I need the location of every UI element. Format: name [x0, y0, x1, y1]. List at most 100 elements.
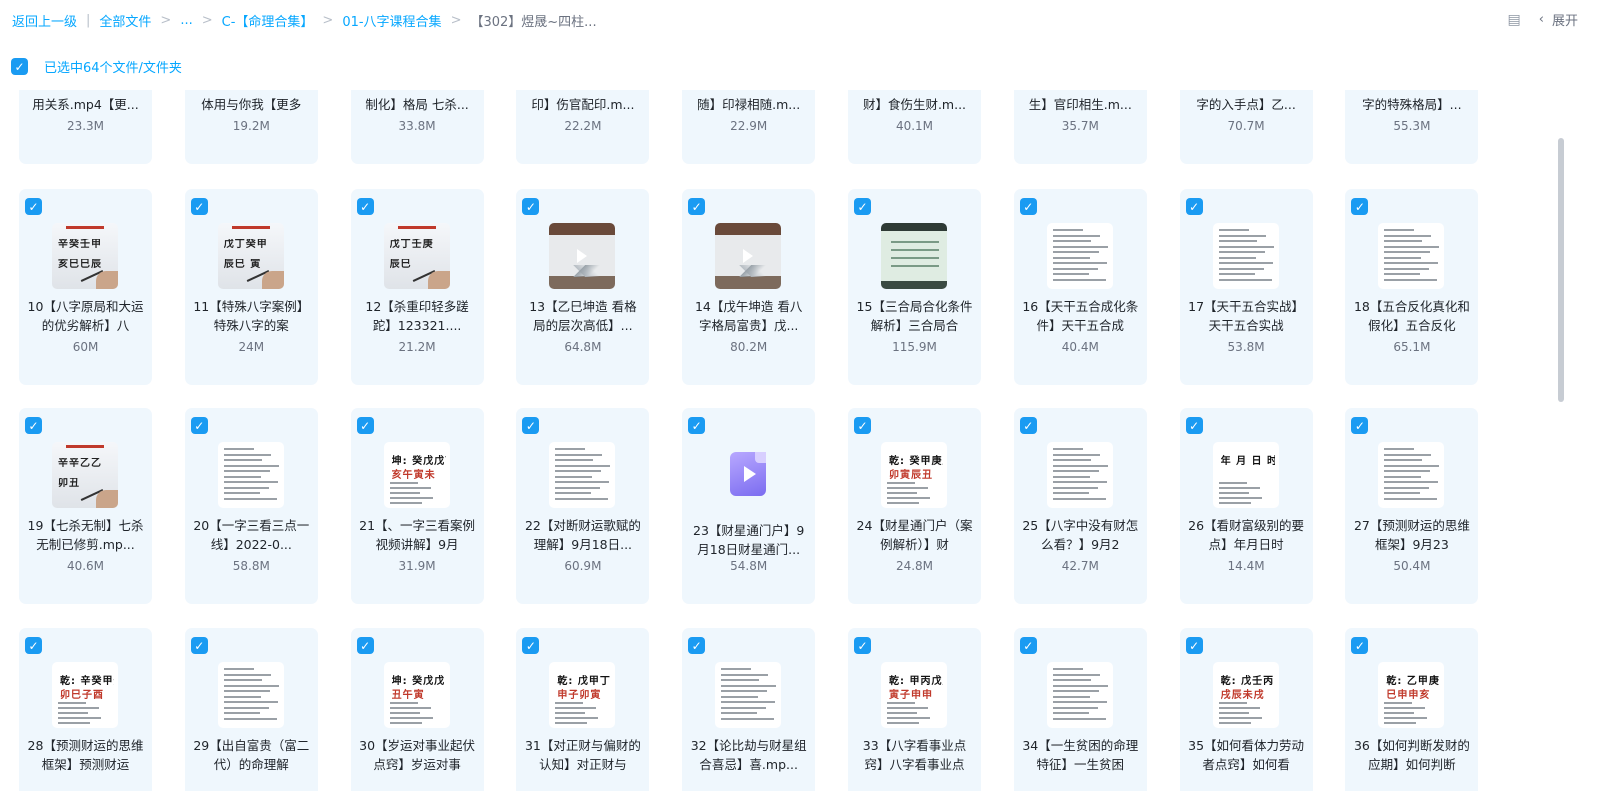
file-card[interactable]: ✓ 年 月 日 时 26【看财富级别的要点】年月日时 14.4M: [1179, 408, 1313, 604]
file-name: 31【对正财与偏财的认知】对正财与: [524, 738, 641, 772]
file-checkbox[interactable]: ✓: [1351, 198, 1369, 215]
file-checkbox[interactable]: ✓: [1019, 637, 1037, 654]
file-checkbox[interactable]: ✓: [1185, 637, 1203, 654]
file-card[interactable]: ✓ 16【天干五合成化条件】天干五合成 40.4M: [1013, 189, 1147, 385]
file-card[interactable]: 制化】格局 七杀... 33.8M: [350, 90, 484, 164]
thumbnail-line: [721, 717, 775, 720]
thumbnail-line: [721, 706, 767, 709]
file-card[interactable]: ✓ 13【乙巳坤造 看格局的层次高低】... 64.8M: [516, 189, 650, 385]
file-card[interactable]: ✓ 25【八字中没有财怎么看？】9月2 42.7M: [1013, 408, 1147, 604]
file-checkbox[interactable]: ✓: [25, 637, 42, 654]
file-checkbox[interactable]: ✓: [190, 198, 208, 215]
file-card[interactable]: ✓ 戊丁壬庚 辰巳 12【杀重印轻多蹉跎】123321.... 21.2M: [350, 189, 484, 385]
file-name: 36【如何判断发财的应期】如何判断: [1353, 738, 1470, 772]
file-thumbnail: [715, 662, 782, 728]
file-card[interactable]: ✓ 乾: 乙甲庚丁巳申申亥 36【如何判断发财的应期】如何判断: [1345, 628, 1479, 791]
file-checkbox[interactable]: ✓: [25, 198, 42, 215]
file-name: 制化】格局 七杀...: [365, 97, 469, 112]
thumbnail-line: [1384, 240, 1423, 242]
file-card[interactable]: ✓ 乾: 甲丙戊庚寅子申申 33【八字看事业点窍】八字看事业点: [848, 628, 981, 791]
thumbnail-text: 辰巳: [389, 259, 412, 270]
thumbnail-text: 亥巳巳辰: [58, 259, 102, 270]
file-card[interactable]: 印】伤官配印.m... 22.2M: [516, 90, 650, 164]
select-all-checkbox[interactable]: ✓: [11, 58, 28, 75]
file-card[interactable]: 用关系.mp4【更... 23.3M: [19, 90, 152, 164]
file-checkbox[interactable]: ✓: [688, 198, 706, 215]
file-card[interactable]: ✓ 23【财星通门户】9月18日财星通门... 54.8M: [682, 408, 816, 604]
file-checkbox[interactable]: ✓: [356, 417, 374, 434]
breadcrumb-item-ellipsis[interactable]: ...: [180, 13, 192, 28]
file-card[interactable]: ✓ 14【戊午坤造 看八字格局富贵】戊... 80.2M: [682, 189, 816, 385]
file-card[interactable]: ✓ 20【一字三看三点一线】2022-0... 58.8M: [184, 408, 318, 604]
file-thumbnail: 乾: 乙甲庚丁巳申申亥: [1378, 662, 1445, 728]
breadcrumb-item-c[interactable]: C-【命理合集】: [222, 11, 314, 30]
file-card[interactable]: ✓ 22【对断财运歌赋的理解】9月18日... 60.9M: [516, 408, 650, 604]
file-checkbox[interactable]: ✓: [1185, 198, 1203, 215]
file-card[interactable]: 字的入手点】乙... 70.7M: [1179, 90, 1313, 164]
file-checkbox[interactable]: ✓: [1351, 637, 1369, 654]
file-checkbox[interactable]: ✓: [1351, 417, 1369, 434]
back-link[interactable]: 返回上一级: [12, 11, 77, 30]
file-checkbox[interactable]: ✓: [688, 637, 706, 654]
file-card[interactable]: ✓ 坤: 癸戊戊 丑午寅 30【岁运对事业起伏点窍】岁运对事: [350, 628, 484, 791]
breadcrumb-item-01[interactable]: 01-八字课程合集: [342, 11, 441, 30]
file-checkbox[interactable]: ✓: [190, 417, 208, 434]
file-card[interactable]: 生】官印相生.m... 35.7M: [1013, 90, 1147, 164]
file-card[interactable]: 随】印禄相随.m... 22.9M: [682, 90, 816, 164]
file-card[interactable]: ✓ 辛辛乙乙 卯丑 19【七杀无制】七杀无制已修剪.mp... 40.6M: [19, 408, 152, 604]
thumbnail-line: [555, 453, 603, 456]
file-card[interactable]: ✓ 乾: 癸甲庚丑卯寅辰丑 24【财星通门户（案例解析）】财 24.8M: [848, 408, 981, 604]
expand-label: 展开: [1551, 14, 1578, 29]
breadcrumb-item-all-files[interactable]: 全部文件: [99, 11, 151, 30]
thumbnail-line: [887, 702, 915, 704]
file-thumbnail: [1378, 442, 1445, 508]
thumbnail-line: [1218, 722, 1251, 724]
expand-button[interactable]: ‹ 展开: [1539, 10, 1578, 29]
file-card[interactable]: 体用与你我【更多 19.2M: [184, 90, 318, 164]
file-thumbnail: [549, 223, 616, 289]
file-checkbox[interactable]: ✓: [522, 417, 540, 434]
file-card[interactable]: ✓ 乾: 戊壬丙甲戌辰未戌 35【如何看体力劳动者点窍】如何看: [1179, 628, 1313, 791]
file-card[interactable]: ✓ 32【论比劫与财星组合喜忌】喜.mp...: [682, 628, 816, 791]
file-checkbox[interactable]: ✓: [190, 637, 208, 654]
file-card[interactable]: ✓ 27【预测财运的思维框架】9月23 50.4M: [1345, 408, 1479, 604]
file-card[interactable]: ✓ 15【三合局合化条件解析】三合局合 115.9M: [848, 189, 981, 385]
file-checkbox[interactable]: ✓: [1019, 417, 1037, 434]
thumbnail-line: [58, 707, 99, 709]
file-checkbox[interactable]: ✓: [854, 637, 871, 654]
file-card[interactable]: ✓ 18【五合反化真化和假化】五合反化 65.1M: [1345, 189, 1479, 385]
file-card[interactable]: ✓ 乾: 戊甲丁壬申子卯寅 31【对正财与偏财的认知】对正财与: [516, 628, 650, 791]
file-card[interactable]: ✓ 戊丁癸甲 辰巳 寅 11【特殊八字案例】特殊八字的案 24M: [184, 189, 318, 385]
file-thumbnail: 乾: 戊甲丁壬申子卯寅: [549, 662, 616, 728]
file-name: 13【乙巳坤造 看格局的层次高低】...: [529, 299, 637, 333]
file-card[interactable]: ✓ 乾: 辛癸甲癸卯巳子酉 28【预测财运的思维框架】预测财运: [19, 628, 152, 791]
file-checkbox[interactable]: ✓: [854, 198, 871, 215]
file-checkbox[interactable]: ✓: [356, 637, 374, 654]
file-checkbox[interactable]: ✓: [854, 417, 871, 434]
file-checkbox[interactable]: ✓: [522, 198, 540, 215]
layout-icon[interactable]: ▤: [1508, 12, 1521, 28]
file-size: 60.9M: [564, 559, 602, 573]
file-checkbox[interactable]: ✓: [25, 417, 42, 434]
hand-shape: [261, 271, 284, 289]
file-card[interactable]: ✓ 29【出自富贵（富二代）的命理解: [184, 628, 318, 791]
file-checkbox[interactable]: ✓: [522, 637, 540, 654]
file-card[interactable]: 字的特殊格局】... 55.3M: [1345, 90, 1479, 164]
file-card[interactable]: ✓ 17【天干五合实战】天干五合实战 53.8M: [1179, 189, 1313, 385]
thumbnail-line: [1052, 481, 1107, 483]
file-card[interactable]: 财】食伤生财.m... 40.1M: [848, 90, 981, 164]
thumbnail-line: [1052, 245, 1108, 248]
hand-shape: [96, 490, 118, 508]
thumbnail-line: [223, 475, 261, 478]
file-card[interactable]: ✓ 坤: 癸戊戊丁亥午寅未 21【、一字三看案例视频讲解】9月 31.9M: [350, 408, 484, 604]
thumbnail-text: 坤: 癸戊戊丁: [391, 456, 446, 467]
file-checkbox[interactable]: ✓: [1185, 417, 1203, 434]
file-checkbox[interactable]: ✓: [1019, 198, 1037, 215]
thumbnail-line: [223, 481, 278, 483]
file-card[interactable]: ✓ 辛癸壬甲 亥巳巳辰 10【八字原局和大运的优劣解析】八 60M: [19, 189, 152, 385]
file-size: 60M: [72, 340, 99, 354]
file-card[interactable]: ✓ 34【一生贫困的命理特征】一生贫困: [1013, 628, 1147, 791]
file-checkbox[interactable]: ✓: [356, 198, 374, 215]
file-checkbox[interactable]: ✓: [688, 417, 706, 434]
scrollbar[interactable]: [1558, 138, 1564, 402]
